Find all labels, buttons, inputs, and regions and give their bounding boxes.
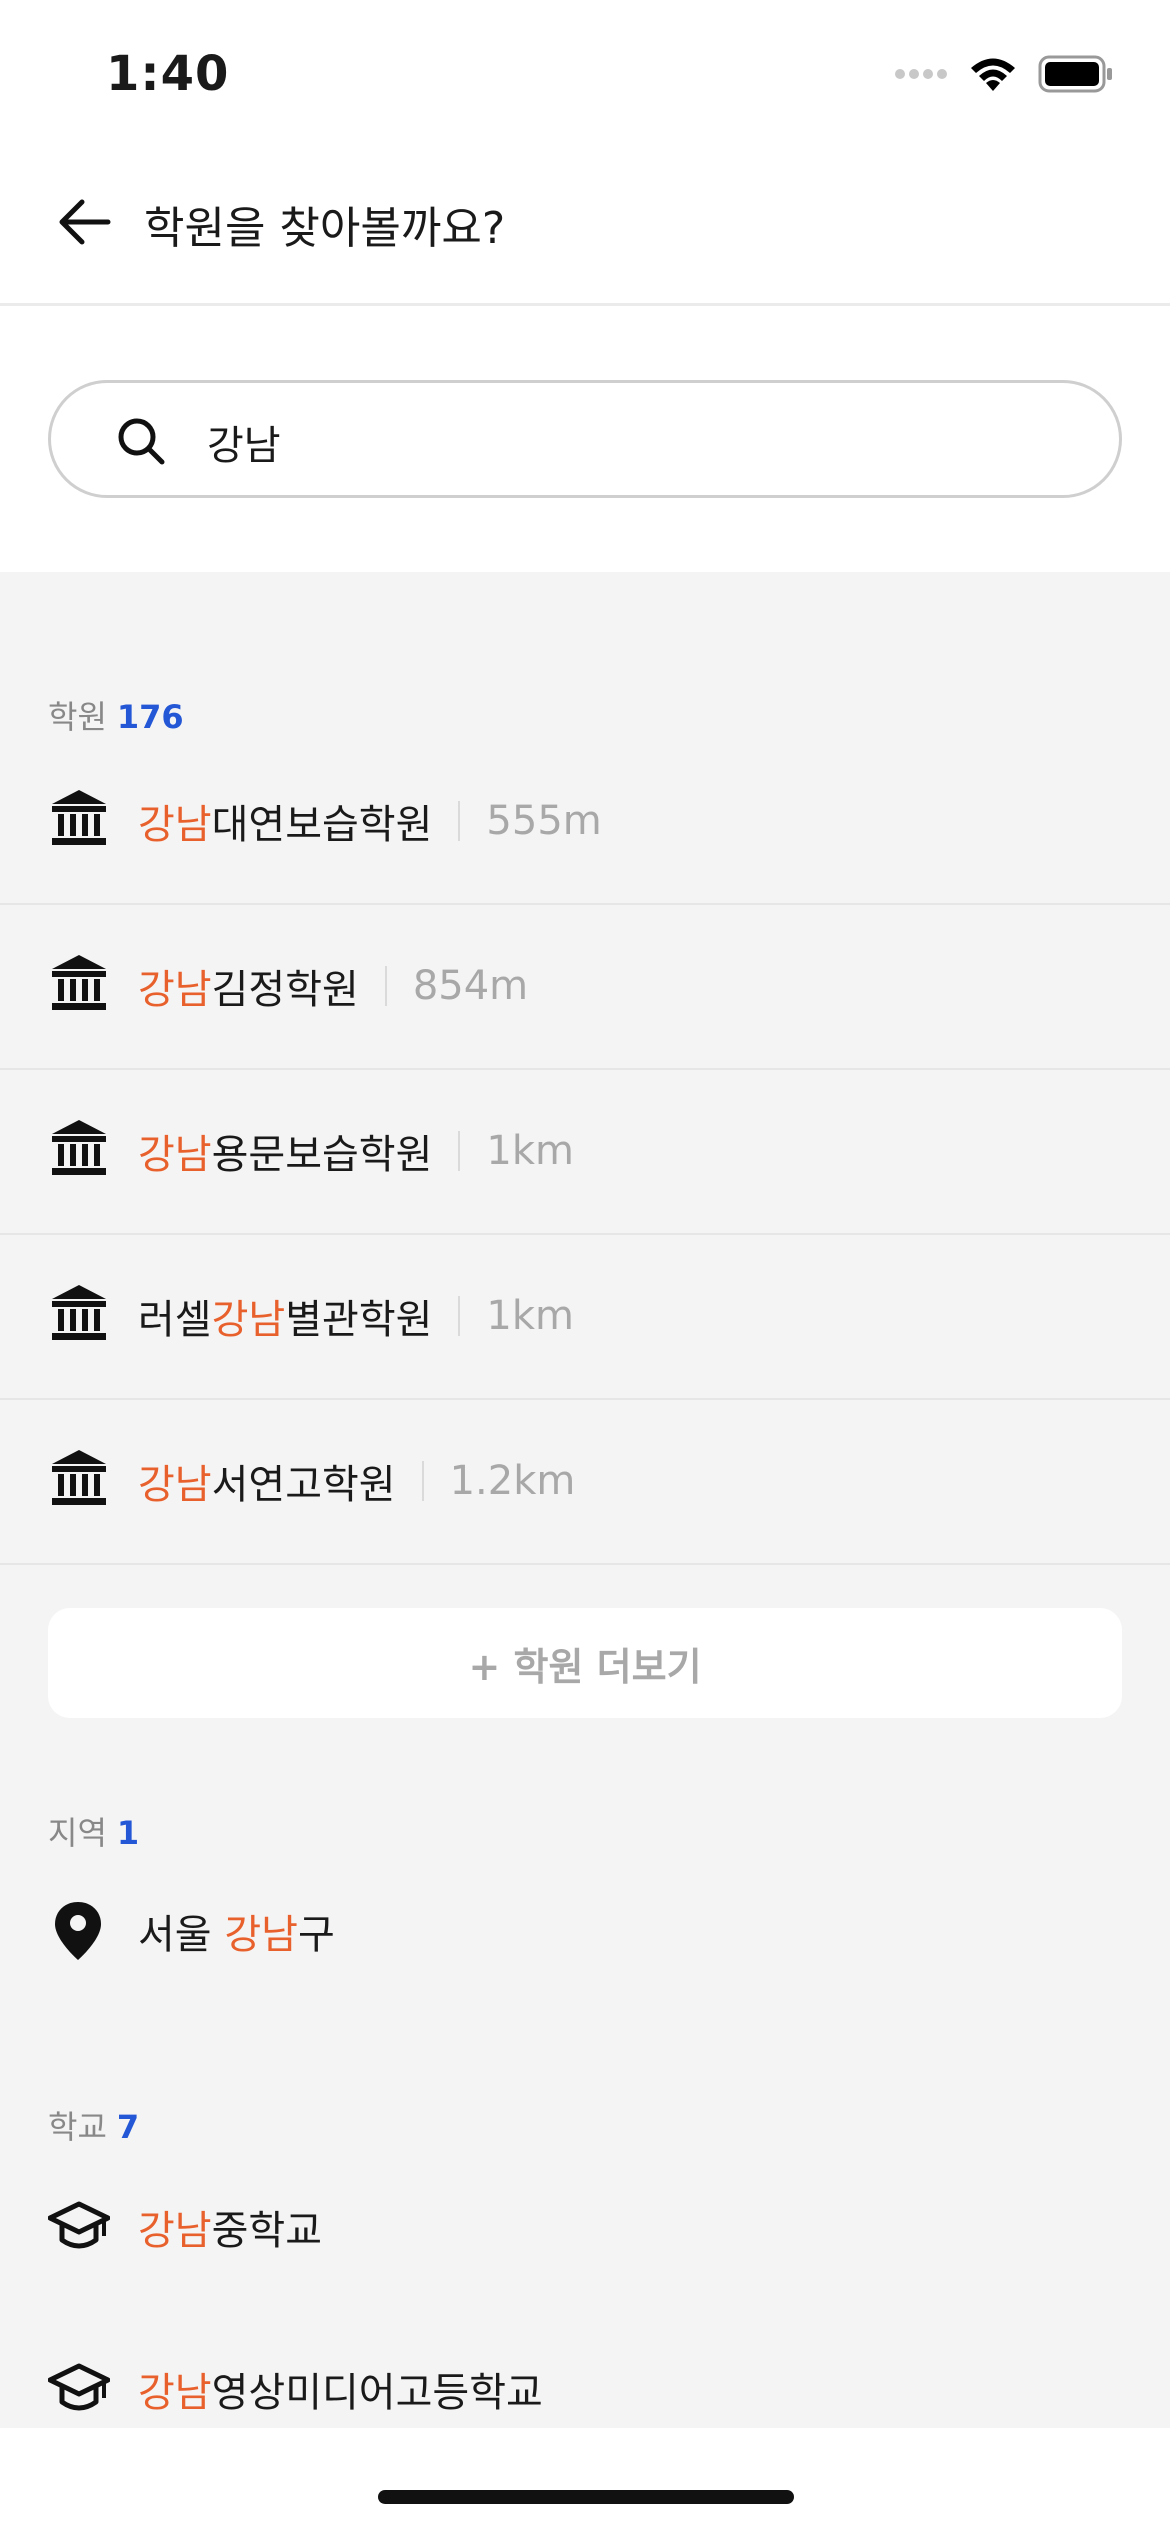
academy-row[interactable]: 강남 서연고학원 1.2km (0, 1400, 1170, 1565)
academy-row[interactable]: 강남 용문보습학원 1km (0, 1070, 1170, 1235)
page-title: 학원을 찾아볼까요? (144, 203, 506, 254)
section-label: 지역 (48, 1814, 107, 1852)
region-row[interactable]: 서울 강남 구 (0, 1850, 1170, 2015)
search-icon (118, 418, 165, 465)
nav-bar: 학원을 찾아볼까요? (0, 150, 1170, 306)
academy-building-icon (52, 790, 106, 845)
status-bar: 1:40 (0, 0, 1170, 150)
location-pin-icon (55, 1902, 101, 1960)
section-label: 학원 (48, 698, 107, 736)
school-name: 강남 영상미디어고등학교 (138, 2370, 543, 2416)
academy-name: 강남 서연고학원 1.2km (138, 1458, 576, 1508)
more-academies-button[interactable]: + 학원 더보기 (48, 1608, 1122, 1718)
academy-building-icon (52, 1450, 106, 1505)
search-area: 강남 (0, 306, 1170, 572)
academy-building-icon (52, 1120, 106, 1175)
school-row[interactable]: 강남 영상미디어고등학교 (0, 2308, 1170, 2428)
status-time: 1:40 (106, 46, 230, 102)
academy-name: 러셀 강남 별관학원 1km (138, 1293, 574, 1343)
academy-distance: 854m (412, 963, 529, 1009)
academy-name: 강남 용문보습학원 1km (138, 1128, 574, 1178)
home-indicator[interactable] (378, 2490, 794, 2504)
academy-distance: 1km (486, 1293, 574, 1339)
academy-row[interactable]: 러셀 강남 별관학원 1km (0, 1235, 1170, 1400)
region-name: 서울 강남 구 (138, 1912, 335, 1958)
section-label: 학교 (48, 2108, 107, 2146)
academy-row[interactable]: 강남 김정학원 854m (0, 905, 1170, 1070)
section-count: 7 (116, 2108, 140, 2146)
graduation-cap-icon (48, 2363, 110, 2411)
search-query: 강남 (207, 423, 281, 469)
wifi-icon (971, 58, 1015, 91)
section-count: 176 (116, 698, 184, 736)
arrow-left-icon (59, 199, 111, 245)
section-header-school: 학교 7 (48, 2102, 139, 2148)
academy-distance: 1km (486, 1128, 574, 1174)
status-icons (894, 52, 1114, 96)
section-count: 1 (116, 1814, 140, 1852)
section-header-region: 지역 1 (48, 1808, 139, 1854)
academy-name: 강남 대연보습학원 555m (138, 798, 602, 848)
search-results: 학원 176 강남 대연보습학원 555m 강남 김정학원 854m 강남 용문… (0, 572, 1170, 2428)
section-header-academy: 학원 176 (48, 692, 184, 738)
academy-row[interactable]: 강남 대연보습학원 555m (0, 740, 1170, 905)
academy-name: 강남 김정학원 854m (138, 963, 529, 1013)
bottom-area (0, 2428, 1170, 2532)
academy-distance: 555m (486, 798, 602, 844)
battery-icon (1038, 55, 1112, 93)
academy-building-icon (52, 1285, 106, 1340)
graduation-cap-icon (48, 2201, 110, 2249)
school-row[interactable]: 강남 중학교 (0, 2146, 1170, 2311)
back-button[interactable] (52, 190, 116, 254)
academy-building-icon (52, 955, 106, 1010)
school-name: 강남 중학교 (138, 2208, 323, 2254)
signal-icon (895, 69, 947, 79)
search-input[interactable]: 강남 (48, 380, 1122, 498)
academy-distance: 1.2km (449, 1458, 576, 1504)
